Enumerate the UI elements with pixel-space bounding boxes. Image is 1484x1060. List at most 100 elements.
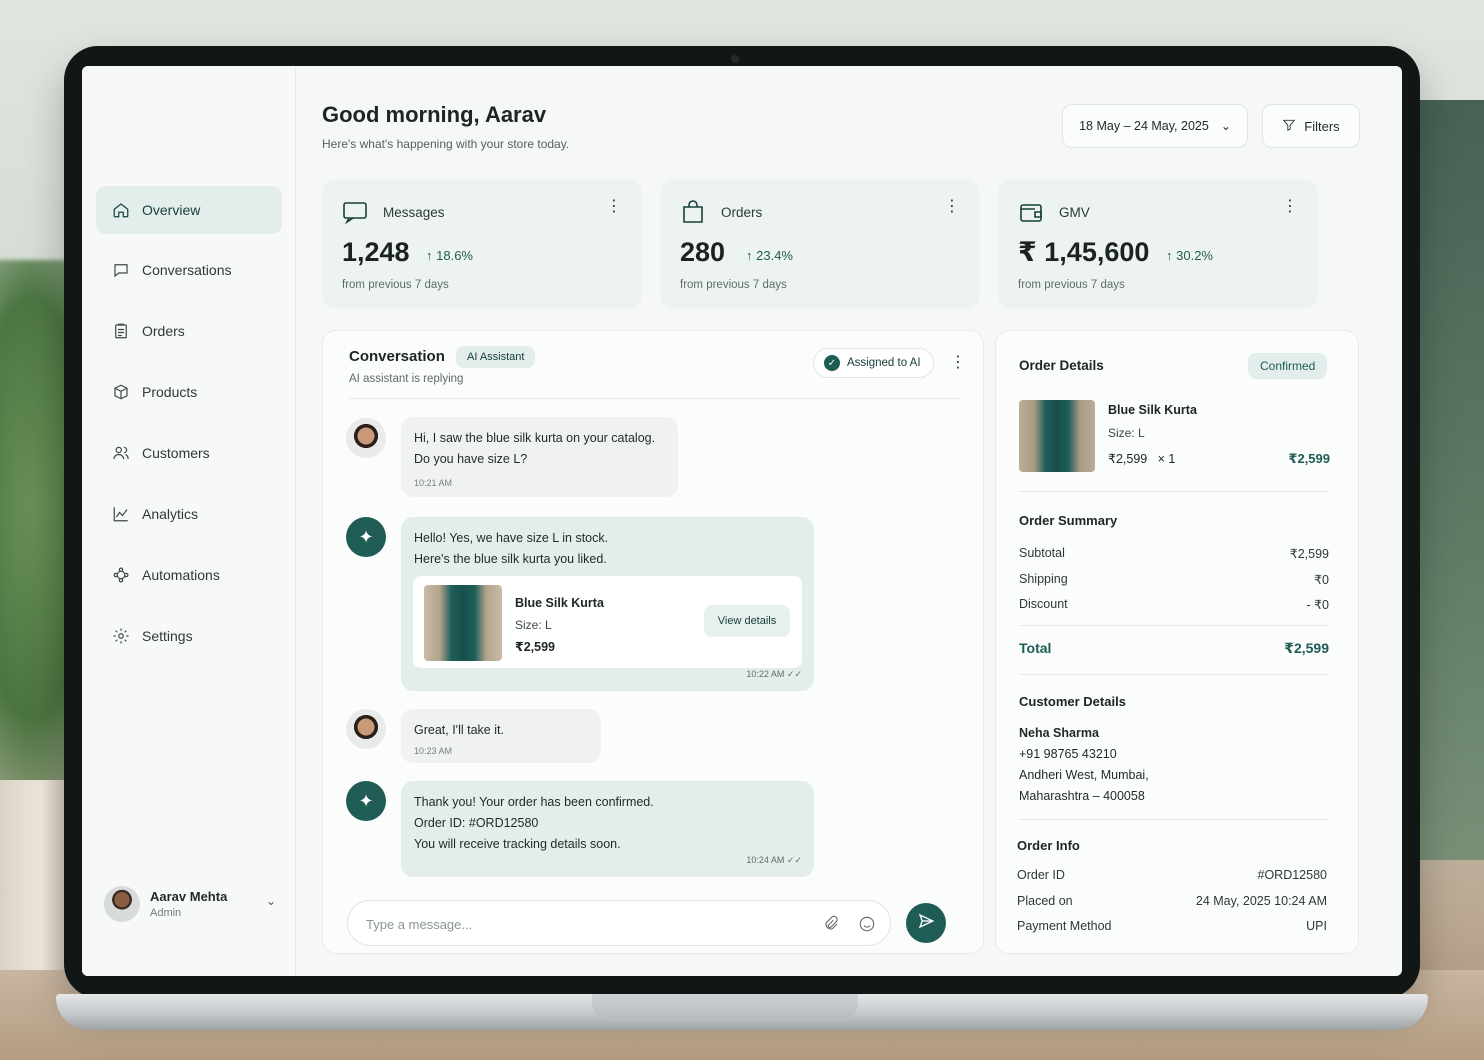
arrow-up-icon: ↑: [1166, 248, 1177, 263]
assigned-to-ai-button[interactable]: ✓ Assigned to AI: [813, 348, 934, 378]
message-input[interactable]: [366, 913, 786, 935]
home-icon: [112, 201, 130, 219]
more-options-icon[interactable]: ⋮: [1282, 199, 1298, 215]
product-image: [1019, 400, 1095, 472]
info-row-order-id: Order ID #ORD12580: [1017, 868, 1327, 882]
sidebar-item-analytics[interactable]: Analytics: [96, 490, 282, 538]
box-icon: [112, 383, 130, 401]
date-range-label: 18 May – 24 May, 2025: [1079, 119, 1209, 133]
customer-details-title: Customer Details: [1019, 694, 1126, 709]
date-range-picker[interactable]: 18 May – 24 May, 2025 ⌄: [1062, 104, 1248, 148]
product-size: Size: L: [515, 618, 552, 632]
chevron-down-icon[interactable]: ⌄: [266, 894, 276, 908]
sidebar-item-orders[interactable]: Orders: [96, 307, 282, 355]
user-menu[interactable]: Aarav Mehta Admin ⌄: [104, 882, 284, 926]
summary-row-total: Total ₹2,599: [1019, 640, 1329, 656]
stat-card-orders: Orders ⋮ 280 ↑ 23.4% from previous 7 day…: [660, 179, 980, 309]
sidebar: Overview Conversations Orders Products C…: [82, 66, 296, 976]
emoji-icon[interactable]: [856, 913, 878, 935]
sidebar-item-label: Settings: [142, 628, 193, 644]
product-name: Blue Silk Kurta: [515, 596, 604, 610]
customer-phone: +91 98765 43210: [1019, 747, 1117, 761]
conversation-title: Conversation: [349, 348, 445, 365]
background-window: [1414, 100, 1484, 860]
sparkle-icon: ✦: [358, 790, 374, 811]
stat-card-gmv: GMV ⋮ ₹ 1,45,600 ↑ 30.2% from previous 7…: [998, 179, 1318, 309]
message-text: Here's the blue silk kurta you liked.: [414, 552, 607, 566]
order-item-name: Blue Silk Kurta: [1108, 403, 1197, 417]
message-time: 10:24 AM ✓✓: [746, 855, 802, 865]
sidebar-item-customers[interactable]: Customers: [96, 429, 282, 477]
divider: [1019, 625, 1329, 626]
ai-avatar: ✦: [346, 781, 386, 821]
arrow-up-icon: ↑: [426, 248, 437, 263]
sidebar-item-conversations[interactable]: Conversations: [96, 246, 282, 294]
sidebar-item-label: Products: [142, 384, 198, 400]
customer-address-line2: Maharashtra – 400058: [1019, 789, 1145, 803]
stat-value: ₹ 1,45,600: [1018, 237, 1150, 267]
sidebar-item-automations[interactable]: Automations: [96, 551, 282, 599]
info-row-payment-method: Payment Method UPI: [1017, 919, 1327, 933]
send-button[interactable]: [906, 903, 946, 943]
message-bubble-customer: Hi, I saw the blue silk kurta on your ca…: [401, 417, 678, 497]
filters-button[interactable]: Filters: [1262, 104, 1360, 148]
order-info-title: Order Info: [1017, 838, 1080, 853]
customer-avatar: [346, 418, 386, 458]
avatar: [104, 886, 140, 922]
sparkle-icon: ✦: [358, 526, 374, 547]
wallet-icon: [1018, 199, 1044, 225]
message-composer: [347, 900, 891, 946]
more-options-icon[interactable]: ⋮: [944, 199, 960, 215]
sidebar-item-settings[interactable]: Settings: [96, 612, 282, 660]
users-icon: [112, 444, 130, 462]
page-title: Good morning, Aarav: [322, 102, 547, 127]
message-text: Do you have size L?: [414, 452, 528, 466]
stat-value: 280: [680, 237, 726, 267]
chevron-down-icon: ⌄: [1220, 119, 1231, 133]
app-screen: Overview Conversations Orders Products C…: [82, 66, 1402, 976]
status-badge: Confirmed: [1248, 353, 1328, 379]
sidebar-item-overview[interactable]: Overview: [96, 186, 282, 234]
message-time: 10:21 AM: [414, 478, 453, 488]
info-row-placed-on: Placed on 24 May, 2025 10:24 AM: [1017, 894, 1327, 908]
stat-footnote: from previous 7 days: [1018, 279, 1125, 291]
conversation-status: AI assistant is replying: [349, 373, 464, 385]
customer-avatar: [346, 709, 386, 749]
laptop-notch: [592, 994, 858, 1018]
product-price: ₹2,599: [515, 640, 555, 654]
stat-value: 1,248: [342, 237, 410, 267]
conversation-panel: Conversation AI Assistant AI assistant i…: [322, 330, 984, 954]
divider: [1019, 674, 1329, 675]
check-circle-icon: ✓: [824, 355, 840, 371]
message-icon: [342, 199, 368, 225]
product-card: Blue Silk Kurta Size: L ₹2,599 View deta…: [413, 576, 802, 668]
sidebar-item-label: Overview: [142, 202, 201, 218]
view-details-button[interactable]: View details: [704, 605, 790, 637]
stat-change: ↑ 18.6%: [426, 248, 473, 263]
nodes-icon: [112, 566, 130, 584]
user-name: Aarav Mehta: [150, 889, 228, 904]
message-text: Thank you! Your order has been confirmed…: [414, 795, 654, 809]
chart-icon: [112, 505, 130, 523]
order-item-total: ₹2,599: [1288, 451, 1330, 466]
sidebar-item-products[interactable]: Products: [96, 368, 282, 416]
sidebar-item-label: Automations: [142, 567, 220, 583]
stat-card-messages: Messages ⋮ 1,248 ↑ 18.6% from previous 7…: [322, 179, 642, 309]
more-options-icon[interactable]: ⋮: [606, 199, 622, 215]
customer-address-line1: Andheri West, Mumbai,: [1019, 768, 1149, 782]
laptop-camera: [731, 55, 739, 63]
clipboard-icon: [112, 322, 130, 340]
message-bubble-ai: Thank you! Your order has been confirmed…: [401, 781, 814, 877]
divider: [1019, 491, 1329, 492]
more-options-icon[interactable]: ⋮: [950, 355, 966, 371]
paperclip-icon[interactable]: [820, 913, 842, 935]
message-text: Order ID: #ORD12580: [414, 816, 539, 830]
ai-avatar: ✦: [346, 517, 386, 557]
message-text: You will receive tracking details soon.: [414, 837, 621, 851]
message-bubble-customer: Great, I'll take it. 10:23 AM: [401, 709, 601, 763]
gear-icon: [112, 627, 130, 645]
customer-name: Neha Sharma: [1019, 726, 1099, 740]
summary-row-discount: Discount - ₹0: [1019, 597, 1329, 612]
order-details-title: Order Details: [1019, 358, 1104, 373]
stat-footnote: from previous 7 days: [342, 279, 449, 291]
